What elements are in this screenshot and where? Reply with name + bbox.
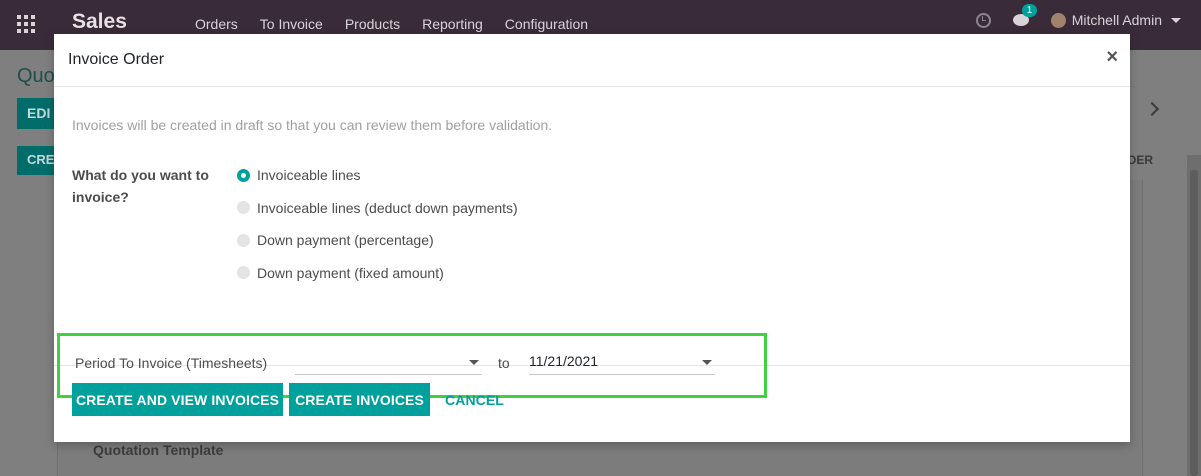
dialog-footer: Create and View Invoices Create Invoices…	[54, 366, 1130, 442]
menu-item-reporting[interactable]: Reporting	[422, 16, 483, 32]
radio-label[interactable]: Invoiceable lines (deduct down payments)	[257, 200, 518, 216]
close-icon[interactable]: ×	[1106, 47, 1118, 67]
scrollbar-thumb[interactable]	[1190, 170, 1198, 476]
breadcrumb[interactable]: Quo	[17, 65, 55, 88]
status-bar-label[interactable]: DER	[1128, 153, 1153, 167]
caret-down-icon[interactable]	[702, 360, 712, 365]
radio-button-checked[interactable]	[237, 168, 250, 182]
navbar-systray: 1 Mitchell Admin	[975, 4, 1181, 28]
user-avatar[interactable]	[1050, 12, 1066, 28]
invoice-order-dialog: Invoice Order × Invoices will be created…	[54, 34, 1130, 442]
chevron-right-icon[interactable]	[1144, 101, 1160, 117]
create-and-view-invoices-button[interactable]: Create and View Invoices	[72, 383, 283, 416]
quotation-template-label: Quotation Template	[93, 442, 224, 458]
radio-label[interactable]: Down payment (fixed amount)	[257, 265, 444, 281]
clock-icon[interactable]	[975, 12, 991, 28]
radio-option-down-payment-fixed[interactable]: Down payment (fixed amount)	[237, 262, 518, 284]
radio-option-deduct-down-payments[interactable]: Invoiceable lines (deduct down payments)	[237, 197, 518, 219]
menu-item-configuration[interactable]: Configuration	[505, 16, 588, 32]
caret-down-icon[interactable]	[469, 360, 479, 365]
user-name[interactable]: Mitchell Admin	[1072, 12, 1162, 28]
chat-badge: 1	[1021, 4, 1038, 17]
radio-button[interactable]	[237, 233, 250, 247]
app-brand[interactable]: Sales	[72, 10, 127, 34]
radio-option-invoiceable-lines[interactable]: Invoiceable lines	[237, 164, 518, 186]
radio-button[interactable]	[237, 266, 250, 279]
caret-down-icon[interactable]	[1171, 17, 1181, 23]
radio-option-down-payment-percentage[interactable]: Down payment (percentage)	[237, 229, 518, 251]
menu-item-products[interactable]: Products	[345, 16, 400, 32]
cancel-button[interactable]: Cancel	[437, 383, 512, 416]
invoice-method-label: What do you want to invoice?	[72, 167, 209, 205]
dialog-header: Invoice Order ×	[54, 34, 1130, 87]
create-invoices-button[interactable]: Create Invoices	[289, 383, 430, 416]
chat-icon[interactable]: 1	[1012, 4, 1038, 26]
invoice-method-radio-group: Invoiceable lines Invoiceable lines (ded…	[237, 164, 518, 294]
radio-label[interactable]: Invoiceable lines	[257, 167, 361, 183]
info-text: Invoices will be created in draft so tha…	[72, 117, 553, 133]
dialog-body: Invoices will be created in draft so tha…	[54, 87, 1130, 398]
menu-item-orders[interactable]: Orders	[195, 16, 238, 32]
dialog-title: Invoice Order	[68, 51, 165, 68]
main-menu: Orders To Invoice Products Reporting Con…	[184, 16, 599, 32]
apps-grid-icon[interactable]	[17, 15, 35, 33]
radio-label[interactable]: Down payment (percentage)	[257, 232, 434, 248]
radio-button[interactable]	[237, 201, 250, 214]
menu-item-to-invoice[interactable]: To Invoice	[260, 16, 323, 32]
